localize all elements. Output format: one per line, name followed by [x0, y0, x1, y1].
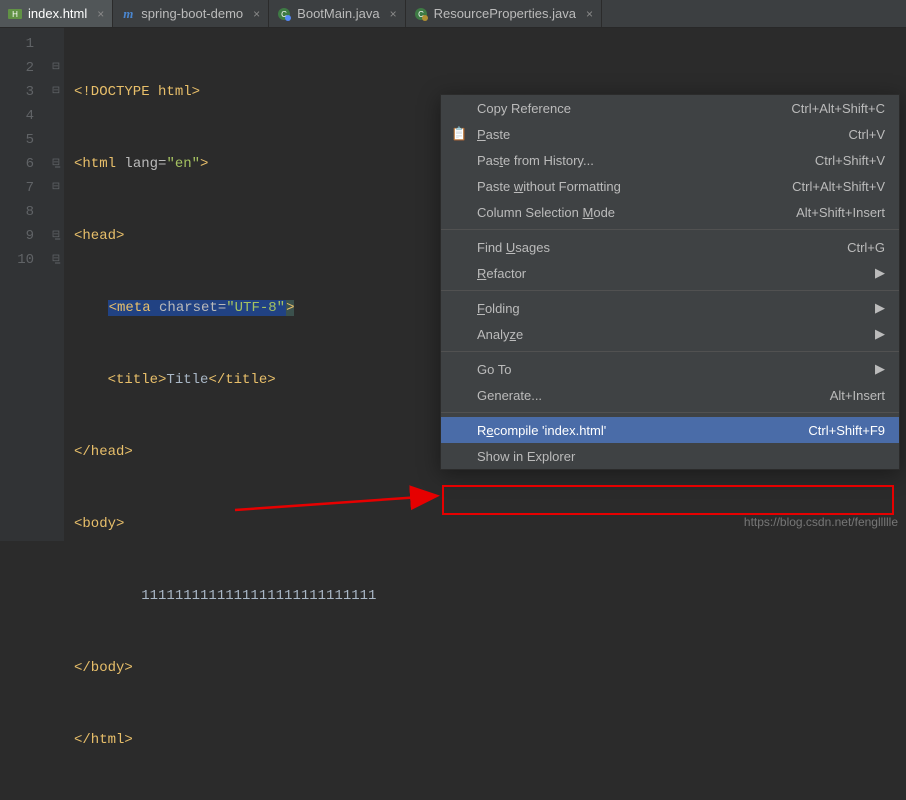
context-menu: Copy ReferenceCtrl+Alt+Shift+C 📋 PasteCt… — [440, 94, 900, 470]
menu-refactor[interactable]: Refactor▶ — [441, 260, 899, 286]
java-class-icon: C — [414, 7, 428, 21]
menu-recompile[interactable]: Recompile 'index.html'Ctrl+Shift+F9 — [441, 417, 899, 443]
chevron-right-icon: ▶ — [875, 326, 885, 342]
line-number-gutter: 12345678910 — [0, 28, 48, 541]
menu-analyze[interactable]: Analyze▶ — [441, 321, 899, 347]
tab-index-html[interactable]: H index.html × — [0, 0, 113, 27]
close-icon[interactable]: × — [390, 7, 397, 21]
watermark: https://blog.csdn.net/fengllllle — [744, 515, 898, 529]
menu-paste-history[interactable]: Paste from History...Ctrl+Shift+V — [441, 147, 899, 173]
fold-gutter: ⊟⊟⊟̲⊟⊟̲⊟̲ — [48, 28, 64, 541]
menu-separator — [441, 351, 899, 352]
menu-generate[interactable]: Generate...Alt+Insert — [441, 382, 899, 408]
close-icon[interactable]: × — [253, 7, 260, 21]
close-icon[interactable]: × — [586, 7, 593, 21]
fold-icon[interactable]: ⊟ — [48, 176, 64, 200]
menu-go-to[interactable]: Go To▶ — [441, 356, 899, 382]
chevron-right-icon: ▶ — [875, 300, 885, 316]
tab-label: ResourceProperties.java — [434, 6, 576, 21]
menu-copy-reference[interactable]: Copy ReferenceCtrl+Alt+Shift+C — [441, 95, 899, 121]
maven-icon: m — [121, 7, 135, 21]
menu-find-usages[interactable]: Find UsagesCtrl+G — [441, 234, 899, 260]
fold-icon[interactable]: ⊟ — [48, 56, 64, 80]
menu-folding[interactable]: Folding▶ — [441, 295, 899, 321]
fold-icon[interactable]: ⊟ — [48, 80, 64, 104]
tab-label: spring-boot-demo — [141, 6, 243, 21]
menu-separator — [441, 290, 899, 291]
menu-show-in-explorer[interactable]: Show in Explorer — [441, 443, 899, 469]
close-icon[interactable]: × — [97, 7, 104, 21]
svg-text:H: H — [12, 10, 18, 19]
html-file-icon: H — [8, 7, 22, 21]
menu-column-selection[interactable]: Column Selection ModeAlt+Shift+Insert — [441, 199, 899, 225]
tab-bootmain-java[interactable]: C BootMain.java × — [269, 0, 405, 27]
java-class-icon: C — [277, 7, 291, 21]
chevron-right-icon: ▶ — [875, 265, 885, 281]
tab-resourceproperties-java[interactable]: C ResourceProperties.java × — [406, 0, 602, 27]
tab-label: BootMain.java — [297, 6, 379, 21]
menu-separator — [441, 229, 899, 230]
tab-spring-boot-demo[interactable]: m spring-boot-demo × — [113, 0, 269, 27]
menu-separator — [441, 412, 899, 413]
code-area[interactable]: <!DOCTYPE html> <html lang="en"> <head> … — [64, 28, 376, 541]
menu-paste[interactable]: 📋 PasteCtrl+V — [441, 121, 899, 147]
editor-tabs: H index.html × m spring-boot-demo × C Bo… — [0, 0, 906, 28]
paste-icon: 📋 — [451, 126, 471, 142]
chevron-right-icon: ▶ — [875, 361, 885, 377]
menu-paste-no-formatting[interactable]: Paste without FormattingCtrl+Alt+Shift+V — [441, 173, 899, 199]
tab-label: index.html — [28, 6, 87, 21]
